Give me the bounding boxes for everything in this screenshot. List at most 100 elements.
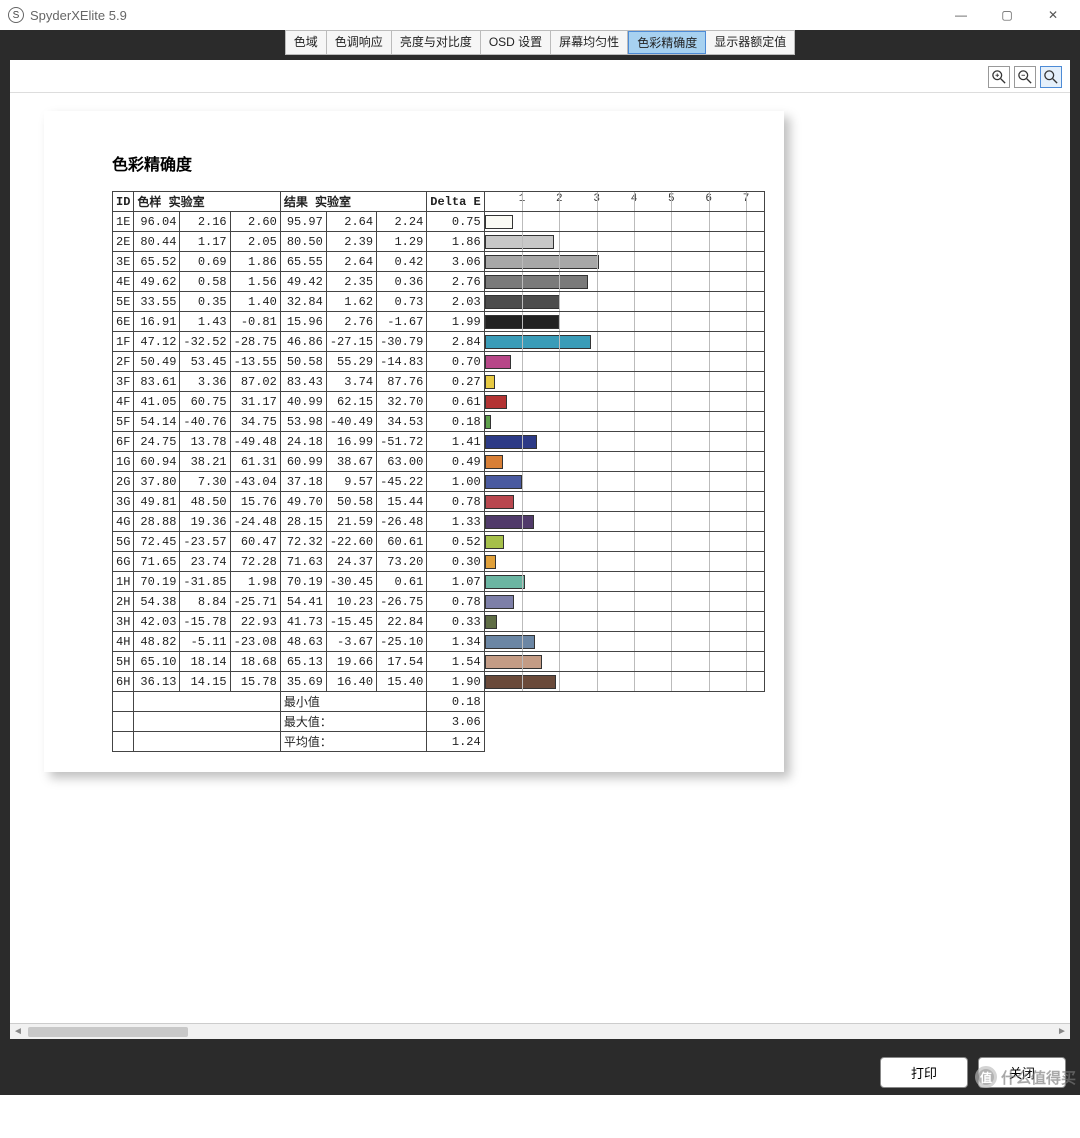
chart-bar-cell <box>484 592 764 612</box>
print-button[interactable]: 打印 <box>880 1057 968 1088</box>
table-row: 1E96.042.162.6095.972.642.240.75 <box>113 212 765 232</box>
chart-bar-cell <box>484 352 764 372</box>
chart-bar-cell <box>484 612 764 632</box>
table-row: 6F24.7513.78-49.4824.1816.99-51.721.41 <box>113 432 765 452</box>
delta-bar <box>485 275 588 289</box>
table-row: 2H54.388.84-25.7154.4110.23-26.750.78 <box>113 592 765 612</box>
chart-bar-cell <box>484 552 764 572</box>
window-title: SpyderXElite 5.9 <box>30 8 938 23</box>
table-row: 5G72.45-23.5760.4772.32-22.6060.610.52 <box>113 532 765 552</box>
delta-bar <box>485 355 511 369</box>
chart-bar-cell <box>484 332 764 352</box>
chart-bar-cell <box>484 212 764 232</box>
scroll-left-icon[interactable]: ◄ <box>10 1026 26 1037</box>
delta-bar <box>485 455 503 469</box>
zoom-in-icon[interactable] <box>988 66 1010 88</box>
chart-bar-cell <box>484 452 764 472</box>
col-sample: 色样 实验室 <box>134 192 280 212</box>
delta-bar <box>485 335 591 349</box>
delta-bar <box>485 635 535 649</box>
horizontal-scrollbar[interactable]: ◄ ► <box>10 1023 1070 1039</box>
report-frame: 色彩精确度 ID色样 实验室结果 实验室Delta E12345671E96.0… <box>10 56 1070 1039</box>
table-row: 3G49.8148.5015.7649.7050.5815.440.78 <box>113 492 765 512</box>
minimize-button[interactable]: — <box>938 0 984 30</box>
table-row: 5E33.550.351.4032.841.620.732.03 <box>113 292 765 312</box>
tab-色调响应[interactable]: 色调响应 <box>327 31 392 54</box>
table-row: 1F47.12-32.52-28.7546.86-27.15-30.792.84 <box>113 332 765 352</box>
window-titlebar: S SpyderXElite 5.9 — ▢ ✕ <box>0 0 1080 30</box>
delta-bar <box>485 595 514 609</box>
chart-axis: 1234567 <box>484 192 764 212</box>
tab-屏幕均匀性[interactable]: 屏幕均匀性 <box>551 31 628 54</box>
chart-bar-cell <box>484 312 764 332</box>
chart-bar-cell <box>484 432 764 452</box>
report-scroll-area[interactable]: 色彩精确度 ID色样 实验室结果 实验室Delta E12345671E96.0… <box>10 93 1070 1023</box>
chart-bar-cell <box>484 492 764 512</box>
watermark: 值 什么值得买 <box>975 1066 1076 1088</box>
delta-bar <box>485 375 495 389</box>
delta-bar <box>485 495 514 509</box>
chart-bar-cell <box>484 372 764 392</box>
delta-bar <box>485 215 513 229</box>
chart-bar-cell <box>484 252 764 272</box>
tab-OSD 设置[interactable]: OSD 设置 <box>481 31 551 54</box>
chart-bar-cell <box>484 272 764 292</box>
chart-bar-cell <box>484 572 764 592</box>
col-id: ID <box>113 192 134 212</box>
tab-亮度与对比度[interactable]: 亮度与对比度 <box>392 31 481 54</box>
watermark-text: 什么值得买 <box>1001 1067 1076 1088</box>
chart-bar-cell <box>484 672 764 692</box>
section-title: 色彩精确度 <box>44 151 784 191</box>
summary-row: 平均值：1.24 <box>113 732 765 752</box>
table-row: 1G60.9438.2161.3160.9938.6763.000.49 <box>113 452 765 472</box>
tab-色域[interactable]: 色域 <box>286 31 327 54</box>
tab-bar: 色域色调响应亮度与对比度OSD 设置屏幕均匀性色彩精确度显示器额定值 <box>10 30 1070 56</box>
delta-bar <box>485 515 535 529</box>
scroll-thumb[interactable] <box>28 1027 188 1037</box>
tab-显示器额定值[interactable]: 显示器额定值 <box>706 31 794 54</box>
color-accuracy-table: ID色样 实验室结果 实验室Delta E12345671E96.042.162… <box>112 191 765 752</box>
chart-bar-cell <box>484 512 764 532</box>
close-window-button[interactable]: ✕ <box>1030 0 1076 30</box>
scroll-right-icon[interactable]: ► <box>1054 1026 1070 1037</box>
delta-bar <box>485 655 542 669</box>
table-row: 5H65.1018.1418.6865.1319.6617.541.54 <box>113 652 765 672</box>
chart-bar-cell <box>484 652 764 672</box>
table-row: 3H42.03-15.7822.9341.73-15.4522.840.33 <box>113 612 765 632</box>
table-row: 6E16.911.43-0.8115.962.76-1.671.99 <box>113 312 765 332</box>
delta-bar <box>485 255 599 269</box>
table-row: 5F54.14-40.7634.7553.98-40.4934.530.18 <box>113 412 765 432</box>
col-delta: Delta E <box>427 192 484 212</box>
zoom-fit-icon[interactable] <box>1040 66 1062 88</box>
col-result: 结果 实验室 <box>280 192 426 212</box>
chart-bar-cell <box>484 532 764 552</box>
app-body: 色域色调响应亮度与对比度OSD 设置屏幕均匀性色彩精确度显示器额定值 色彩精确度… <box>0 30 1080 1049</box>
delta-bar <box>485 575 525 589</box>
chart-bar-cell <box>484 232 764 252</box>
summary-row: 最小值0.18 <box>113 692 765 712</box>
table-row: 6G71.6523.7472.2871.6324.3773.200.30 <box>113 552 765 572</box>
table-row: 4F41.0560.7531.1740.9962.1532.700.61 <box>113 392 765 412</box>
maximize-button[interactable]: ▢ <box>984 0 1030 30</box>
zoom-out-icon[interactable] <box>1014 66 1036 88</box>
table-row: 4G28.8819.36-24.4828.1521.59-26.481.33 <box>113 512 765 532</box>
table-row: 2G37.807.30-43.0437.189.57-45.221.00 <box>113 472 765 492</box>
chart-bar-cell <box>484 632 764 652</box>
chart-bar-cell <box>484 392 764 412</box>
table-row: 4H48.82-5.11-23.0848.63-3.67-25.101.34 <box>113 632 765 652</box>
chart-bar-cell <box>484 292 764 312</box>
table-row: 1H70.19-31.851.9870.19-30.450.611.07 <box>113 572 765 592</box>
delta-bar <box>485 395 508 409</box>
tab-色彩精确度[interactable]: 色彩精确度 <box>628 31 706 54</box>
delta-bar <box>485 675 556 689</box>
table-row: 2F50.4953.45-13.5550.5855.29-14.830.70 <box>113 352 765 372</box>
table-row: 2E80.441.172.0580.502.391.291.86 <box>113 232 765 252</box>
delta-bar <box>485 235 554 249</box>
delta-bar <box>485 615 497 629</box>
table-row: 6H36.1314.1515.7835.6916.4015.401.90 <box>113 672 765 692</box>
table-row: 4E49.620.581.5649.422.350.362.76 <box>113 272 765 292</box>
report-page: 色彩精确度 ID色样 实验室结果 实验室Delta E12345671E96.0… <box>44 111 784 772</box>
delta-bar <box>485 315 559 329</box>
bottom-button-bar: 打印 关闭 <box>0 1049 1080 1095</box>
app-icon: S <box>8 7 24 23</box>
